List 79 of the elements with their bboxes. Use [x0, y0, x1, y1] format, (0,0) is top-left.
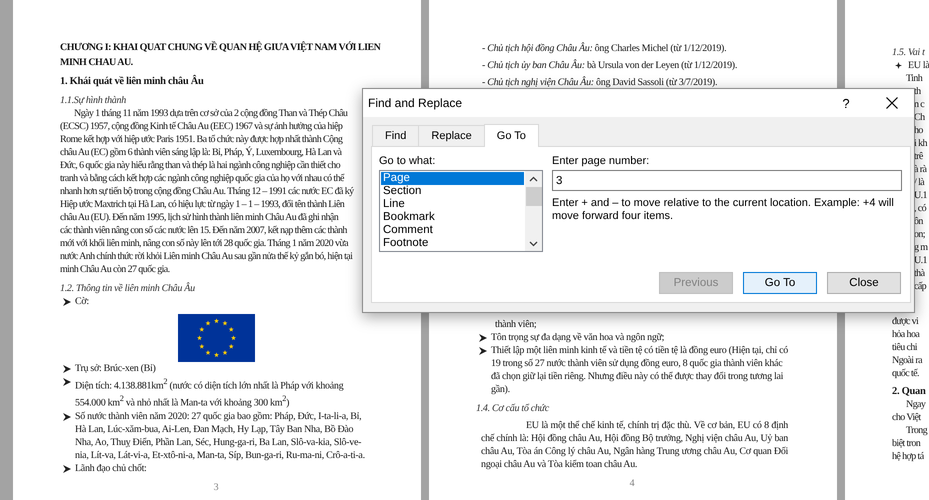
list-item[interactable]: Section [381, 185, 524, 198]
page-number-field[interactable]: 3 [552, 170, 902, 191]
list-item: - Chủ tịch nghị viện Châu Âu: ông David Sassoli (từ 3/7/2019). [481, 75, 718, 90]
subsection-heading: 1.4. Cơ cấu tổ chức [476, 402, 550, 415]
section-heading: 2. Quan [892, 385, 927, 398]
bullet-text: Trụ sở: Brúc-xen (Bỉ) [75, 362, 157, 375]
text-line: Đức, 6 quốc gia này hiểu rằng than và thép là hai ngành công nghiệp cần thiết cho [60, 159, 342, 172]
arrow-bullet-icon [63, 464, 71, 473]
text-line: Trong [905, 424, 928, 437]
field-label: Go to what: [379, 155, 436, 167]
subsection-heading: 1.2. Thông tin về liên minh Châu Âu [60, 282, 196, 295]
arrow-bullet-icon [63, 378, 71, 386]
subsection-heading: 1.5. Vai t [892, 46, 926, 59]
list-item[interactable]: Bookmark [381, 211, 524, 224]
dialog-button[interactable]: Close [827, 272, 901, 294]
scrollbar[interactable] [525, 171, 542, 251]
text-line: nước Anh chính thức rời khỏi Liên minh Châu Au sau gần nửa thế kỷ gắn bó, hiện tại [60, 250, 354, 263]
bullet-text: Diện tích: 4.138.881km$^{2}$ (nước có diện tích lớn nhất là Pháp với khoảng 554.000 km$^{2}$ và nhỏ nhất là Man-ta với khoảng 300 km$^{2}$) [75, 376, 344, 410]
text-line: châu Au (EC) gồm 6 thành viên sáng lập là: Bỉ, Pháp, Ý, Luxembourg, Hà Lan và [60, 146, 343, 159]
section-heading: 1. Khái quát về liên minh châu Âu [60, 75, 205, 88]
bullet-text: Cờ: [75, 295, 90, 308]
bullet-text: Số nước thành viên năm 2020: 27 quốc gia bao gồm: Pháp, Đức, I-ta-li-a, Bỉ, Hà Lan, Lúc-xăm-bua, Ai-Len, Đan Mạch, Hy Lạp, Tây Ban Nha, Bồ Đào Nha, Ao, Thuỵ Điển, Phần Lan, Séc, Hung-ga-ri, Ba Lan, Slô-va-kia, Slô-ve-nia, Lít-va, Lát-vi-a, Et-xtô-ni-a, Man-ta, Síp, Bun-ga-ri, Ru-ma-ni, Crô-a-ti-a. [75, 410, 366, 462]
chapter-heading: CHƯƠNG I: KHAI QUAT CHUNG VỀ QUAN HỆ GIƯA VIỆT NAM VỚI LIEN MINH CHAU AU. [60, 40, 382, 70]
text-line: tiêu chi [892, 341, 918, 354]
text-line: Ngay [905, 398, 927, 411]
paragraph: EU là một thể chế kinh tế, chính trị đặc thù. Về cơ bản, EU có 8 định chế chính là: Hội đồng châu Au, Hội đồng Bộ trưởng, Nghị viện châu Au, Uỷ ban châu Au, Tòa án Công lý châu Au, Ngân hàng Trung ương châu Au, Cơ quan Đối ngoại châu Au và Tòa kiểm toan châu Au. [480, 419, 788, 471]
bullet-text: Tôn trọng sự đa dạng về văn hoa và ngôn ngữ; [491, 331, 666, 344]
text-line: tranh và bằng cách kết hợp các ngành công nghiệp quốc gia của họ với nhau có thể [60, 172, 346, 185]
text-line: thành viên; [494, 318, 538, 331]
diamond-bullet-icon [895, 62, 902, 69]
text-line: được vi [892, 315, 920, 328]
arrow-bullet-icon [63, 412, 71, 421]
dialog-title: Find and Replace [368, 96, 464, 110]
text-line: mới với khối liên minh, nâng con số này lên tới 28 quốc gia. Tháng 1 năm 2020 vừa [60, 237, 350, 250]
hint-text: Enter + and – to move relative to the current location. Example: +4 will move forward four items. [552, 197, 895, 223]
arrow-bullet-icon [479, 334, 487, 342]
list-item: - Chủ tịch ủy ban Châu Âu: bà Ursula von der Leyen (từ 1/12/2019). [481, 58, 738, 73]
page-number: 3 [212, 480, 220, 494]
list-item: - Chủ tịch hội đồng Châu Âu: ông Charles Michel (từ 1/12/2019). [481, 41, 728, 56]
text-line: các thành viên nâng con số các nước lên 15. Đến năm 2007, kết nạp thêm các thành [60, 224, 348, 237]
bullet-text: EU là [907, 59, 929, 72]
text-line: hệ hợp tá [892, 450, 925, 463]
arrow-bullet-icon [63, 298, 71, 306]
help-button[interactable]: ? [824, 89, 868, 117]
text-line: Ngoài ra [892, 354, 924, 367]
text-line: quốc tế. [892, 367, 920, 380]
tab[interactable]: Go To [484, 124, 539, 147]
text-fragment: U.1 [914, 254, 928, 267]
text-line: biệt tron [892, 437, 922, 450]
arrow-bullet-icon [479, 347, 487, 355]
list-box[interactable]: Page Section Line Bookmark Comment Footnote [379, 170, 543, 252]
tab[interactable]: Find [372, 125, 420, 146]
text-line: cho Việt [892, 411, 922, 424]
text-fragment: U.1 [914, 189, 928, 202]
text-line: nhanh hơn sự tiến bộ trong cộng đồng Châu Au. Tháng 12 – 1991 các nước EC đã ký [60, 185, 355, 198]
text-line: minh Châu Au còn 27 quốc gia. [60, 263, 171, 276]
text-line: châu Au (EU). Đến năm 1995, lịch sử hình thành liên minh Châu Au đã ghi nhận [60, 211, 340, 224]
bullet-text: Lãnh đạo chủ chốt: [75, 462, 148, 475]
list-item[interactable]: Comment [381, 224, 524, 237]
text-line: Ngày 1 tháng 11 năm 1993 dựa trên cơ sở của 2 cộng đồng Than và Thép Châu [73, 107, 349, 120]
field-label: Enter page number: [552, 155, 650, 167]
text-fragment: ho [914, 124, 924, 137]
arrow-bullet-icon [63, 365, 71, 373]
page-number: 4 [628, 477, 636, 490]
chevron-up-icon [529, 176, 538, 182]
list-item[interactable]: Footnote [381, 237, 524, 250]
chevron-down-icon [529, 241, 538, 247]
text-line: Hiệp ước Maxtrich tại Hà Lan, có hiệu lực từ ngày 1 – 1 – 1993, đổi tên thành Liên [60, 198, 346, 211]
scroll-thumb[interactable] [526, 187, 542, 206]
list-item[interactable]: Page [381, 172, 524, 185]
text-line: Rome kết hợp với hiệp ước Paris 1951. Ba tổ chức này được hợp nhất thành Cộng [60, 133, 344, 146]
text-line: hỏa hoa [892, 328, 921, 341]
close-icon [886, 97, 898, 109]
list-item[interactable]: Line [381, 198, 524, 211]
dialog-button[interactable]: Go To [743, 272, 817, 294]
text-fragment: i kh [914, 137, 928, 150]
text-line: (ECSC) 1957, cộng đồng Kinh tế Châu Au (EEC) 1967 và sự ảnh hưởng của hiệp [60, 120, 344, 133]
text-line: Tinh [905, 72, 924, 85]
bullet-text: Thiết lập một liên minh kinh tế và tiền tệ có tiền tệ là đồng euro (Hiện tại, chỉ có 19 trong số 27 nước thành viên sử dụng đồng euro, 8 quốc gia thành viên khác đã chọn giữ lại tiền riêng. Nhưng điều này có thể được thay đổi trong tương lai gần). [491, 344, 788, 396]
